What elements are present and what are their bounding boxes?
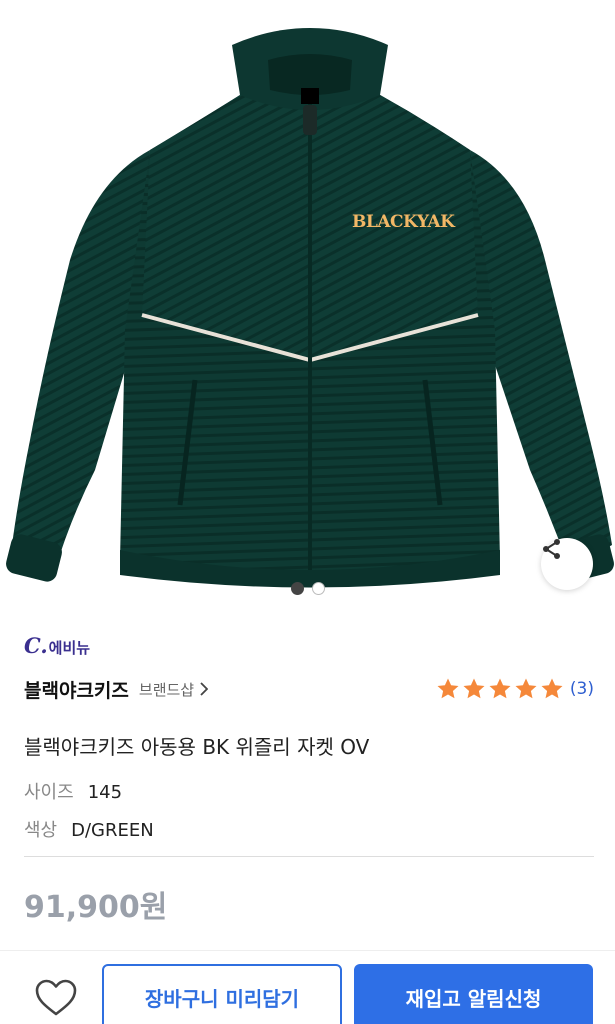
color-label: 색상 (24, 820, 58, 841)
brand-shop-label: 브랜드샵 (138, 680, 195, 699)
carousel-dot[interactable] (311, 582, 325, 595)
seller-prefix: C. (24, 633, 48, 658)
jacket-image (6, 28, 614, 588)
star-icon (515, 678, 537, 699)
restock-alarm-button[interactable]: 재입고 알림신청 (354, 964, 593, 1024)
product-image-carousel[interactable]: BLACKYAK (0, 0, 615, 605)
star-icon (463, 678, 485, 699)
color-value: D/GREEN (71, 820, 154, 841)
chevron-right-icon (200, 682, 209, 696)
size-label: 사이즈 (24, 782, 74, 803)
review-count[interactable]: (3) (570, 679, 594, 699)
add-to-cart-button[interactable]: 장바구니 미리담기 (102, 964, 342, 1024)
share-icon (543, 539, 560, 559)
seller-name: 에비뉴 (48, 639, 91, 657)
seller-logo[interactable]: C. 에비뉴 (24, 633, 90, 658)
star-icon (541, 678, 563, 699)
brand-shop-link[interactable]: 브랜드샵 (138, 679, 209, 700)
star-icon (437, 678, 459, 699)
brand-row: 블랙야크키즈 브랜드샵 (3) (24, 674, 594, 704)
bottom-action-bar: 장바구니 미리담기 재입고 알림신청 (0, 950, 615, 1024)
divider (24, 856, 594, 857)
product-title: 블랙야크키즈 아동용 BK 위즐리 자켓 OV (24, 735, 370, 759)
color-option: 색상 D/GREEN (24, 816, 154, 842)
rating[interactable]: (3) (434, 677, 594, 701)
carousel-indicator (0, 582, 615, 595)
size-value: 145 (87, 782, 123, 803)
brand-logo-print: BLACKYAK (352, 212, 455, 232)
star-icon (489, 678, 511, 699)
wishlist-heart-icon[interactable] (34, 978, 78, 1018)
brand-name[interactable]: 블랙야크키즈 (24, 676, 129, 703)
price: 91,900원 (24, 890, 168, 925)
size-option: 사이즈 145 (24, 778, 122, 804)
carousel-dot[interactable] (290, 582, 304, 595)
